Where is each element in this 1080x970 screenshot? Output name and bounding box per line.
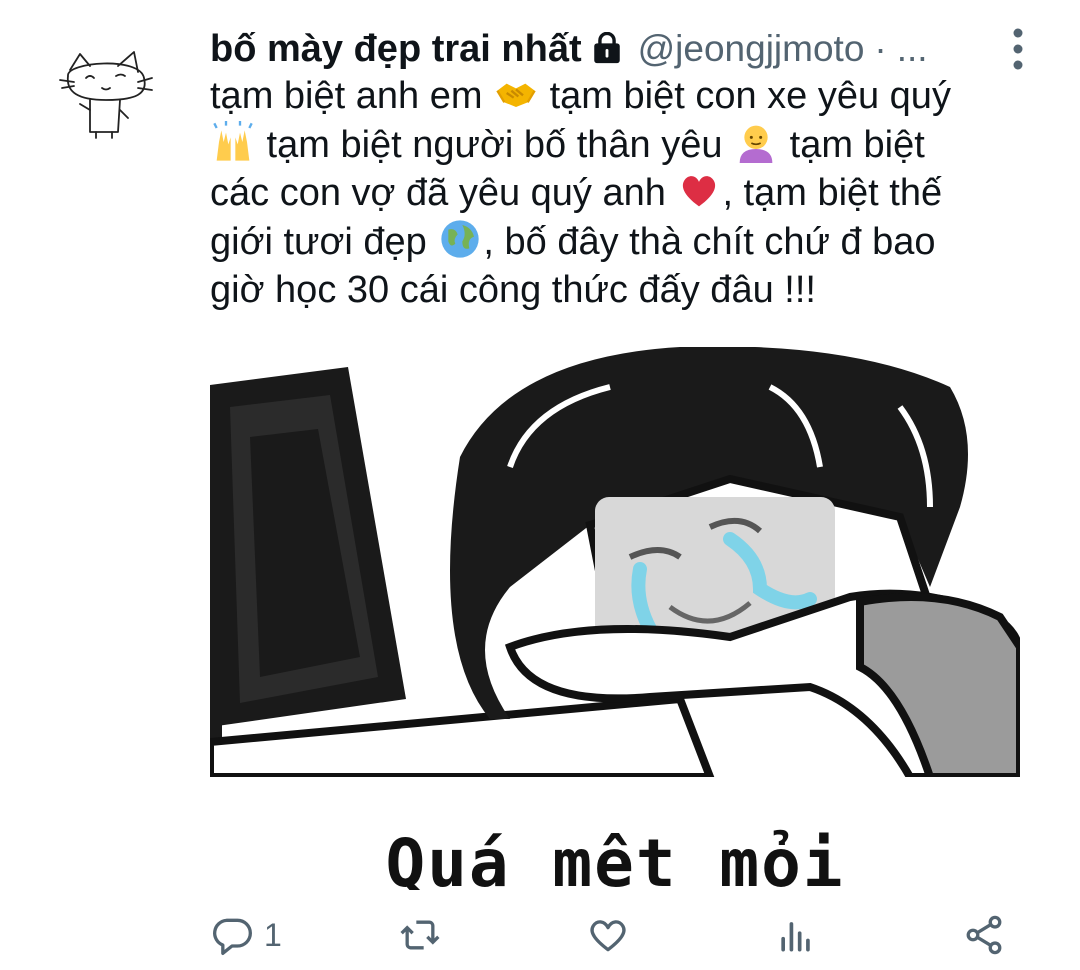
like-button[interactable] [586, 905, 630, 965]
handshake-icon [496, 83, 536, 107]
more-options-icon[interactable] [1003, 26, 1033, 72]
tweet-header: bố mày đẹp trai nhất @jeongjjmoto · ... [210, 24, 1040, 74]
media-caption: Quá mệt mỏi [385, 825, 845, 890]
tweet-text-line: các con vợ đã yêu quý anh , tạm biệt thế [210, 169, 1050, 218]
analytics-button[interactable] [774, 905, 818, 965]
tweet-text-line: tạm biệt người bố thân yêu tạm biệt [210, 120, 1050, 170]
user-handle[interactable]: @jeongjjmoto [638, 28, 865, 70]
truncated-timestamp: ... [896, 28, 928, 69]
cat-avatar-icon [59, 51, 153, 139]
avatar[interactable] [56, 40, 160, 144]
tweet-text-line: giới tươi đẹp , bố đây thà chít chứ đ ba… [210, 218, 1050, 267]
raising-hands-icon [213, 120, 253, 161]
tweet-text-line: tạm biệt anh em tạm biệt con xe yêu quý [210, 72, 1050, 121]
share-icon [966, 915, 1002, 955]
reply-button[interactable]: 1 [210, 905, 282, 965]
tweet[interactable]: bố mày đẹp trai nhất @jeongjjmoto · ... … [0, 0, 1080, 970]
tweet-text-line: giờ học 30 cái công thức đấy đâu !!! [210, 269, 816, 311]
tweet-actions: 1 [210, 905, 1020, 965]
reply-icon [213, 918, 252, 955]
man-bald-icon [739, 125, 773, 163]
share-button[interactable] [962, 905, 1006, 965]
tweet-media-image[interactable]: Quá mệt mỏi [210, 347, 1020, 890]
analytics-icon [781, 922, 810, 952]
separator-dot: · [874, 28, 887, 69]
red-heart-icon [683, 176, 716, 207]
like-icon [590, 920, 626, 952]
crying-meme-illustration [210, 347, 1020, 890]
retweet-icon [400, 920, 440, 950]
tweet-text: tạm biệt anh em tạm biệt con xe yêu quý … [210, 72, 1050, 315]
retweet-button[interactable] [398, 905, 442, 965]
display-name[interactable]: bố mày đẹp trai nhất [210, 28, 582, 71]
globe-icon [441, 219, 480, 258]
reply-count: 1 [264, 916, 282, 953]
lock-icon [593, 32, 620, 64]
